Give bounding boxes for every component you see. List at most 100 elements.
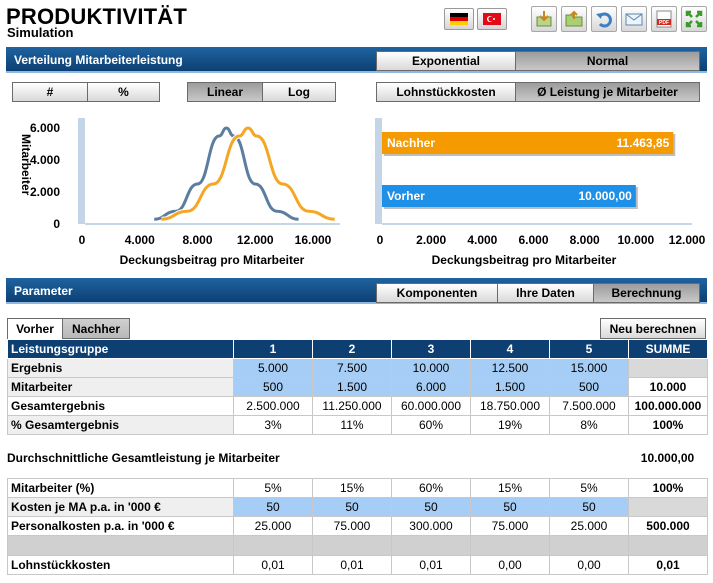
x-tick-label: 6.000 (518, 233, 548, 247)
row-label: Kosten je MA p.a. in '000 € (7, 497, 234, 517)
input-cell[interactable]: 50 (470, 497, 550, 517)
input-cell[interactable]: 15.000 (549, 358, 629, 378)
x-tick-label: 8.000 (570, 233, 600, 247)
exponential-button[interactable]: Exponential (376, 51, 516, 71)
column-header: Leistungsgruppe (7, 339, 234, 359)
row-label: Personalkosten p.a. in '000 € (7, 516, 234, 536)
input-cell[interactable]: 7.500 (312, 358, 392, 378)
percent-unit-button[interactable]: % (87, 82, 160, 102)
spacer-cell (549, 535, 629, 556)
pdf-icon: PDF (656, 10, 672, 28)
y-axis-label: Mitarbeiter (19, 134, 33, 196)
table-header-row: Leistungsgruppe 1 2 3 4 5 SUMME (7, 339, 708, 359)
sum-cell: 0,01 (628, 555, 708, 575)
input-cell[interactable]: 500 (549, 377, 629, 397)
table-row: Gesamtergebnis 2.500.000 11.250.000 60.0… (7, 396, 708, 416)
column-header: 3 (391, 339, 471, 359)
value-cell: 60% (391, 478, 471, 498)
table-row: Ergebnis 5.000 7.500 10.000 12.500 15.00… (7, 358, 708, 378)
comparison-bar-chart: 0 2.000 4.000 6.000 8.000 10.000 12.000 Nachhe… (375, 118, 706, 267)
bar-name-label: Vorher (387, 189, 425, 203)
avg-performance-value: 10.000,00 (640, 451, 695, 465)
value-cell: 11.250.000 (312, 396, 392, 416)
tab-components[interactable]: Komponenten (376, 283, 498, 303)
input-cell[interactable]: 10.000 (391, 358, 471, 378)
value-cell: 0,01 (391, 555, 471, 575)
input-cell[interactable]: 50 (549, 497, 629, 517)
value-cell: 60.000.000 (391, 396, 471, 416)
row-label: Lohnstückkosten (7, 555, 234, 575)
value-cell: 5% (549, 478, 629, 498)
email-button[interactable] (621, 6, 647, 32)
row-label: % Gesamtergebnis (7, 415, 234, 435)
input-cell[interactable]: 5.000 (233, 358, 313, 378)
subtab-before[interactable]: Vorher (7, 318, 63, 339)
value-cell: 0,01 (233, 555, 313, 575)
spacer-cell (470, 535, 550, 556)
input-cell[interactable]: 12.500 (470, 358, 550, 378)
pdf-export-button[interactable]: PDF (651, 6, 677, 32)
language-german-button[interactable] (444, 8, 474, 30)
value-cell: 300.000 (391, 516, 471, 536)
language-turkish-button[interactable] (477, 8, 507, 30)
series-line (154, 126, 299, 221)
tab-your-data[interactable]: Ihre Daten (497, 283, 594, 303)
row-label: Mitarbeiter (7, 377, 234, 397)
x-axis-label: Deckungsbeitrag pro Mitarbeiter (432, 253, 617, 267)
results-table: Leistungsgruppe 1 2 3 4 5 SUMME Ergebnis… (7, 339, 708, 435)
input-cell[interactable]: 50 (312, 497, 392, 517)
linear-scale-button[interactable]: Linear (187, 82, 263, 102)
bar-value-label: 11.463,85 (617, 136, 670, 150)
tab-calculation[interactable]: Berechnung (593, 283, 700, 303)
sum-cell: 500.000 (628, 516, 708, 536)
value-cell: 75.000 (470, 516, 550, 536)
x-axis-label: Deckungsbeitrag pro Mitarbeiter (120, 253, 305, 267)
sum-cell: 10.000 (628, 377, 708, 397)
row-label: Ergebnis (7, 358, 234, 378)
input-cell[interactable]: 1.500 (312, 377, 392, 397)
table-row: Mitarbeiter 500 1.500 6.000 1.500 500 10… (7, 377, 708, 397)
import-button[interactable] (531, 6, 557, 32)
open-folder-icon (565, 10, 583, 27)
column-header: 4 (470, 339, 550, 359)
value-cell: 60% (391, 415, 471, 435)
x-tick-label: 12.000 (237, 233, 274, 247)
input-cell[interactable]: 6.000 (391, 377, 471, 397)
y-tick-label: 2.000 (30, 185, 60, 199)
count-unit-button[interactable]: # (12, 82, 88, 102)
fullscreen-icon (685, 10, 703, 28)
distribution-section-title: Verteilung Mitarbeiterleistung (14, 53, 183, 67)
value-cell: 0,00 (470, 555, 550, 575)
y-tick-label: 0 (53, 217, 60, 231)
value-cell: 11% (312, 415, 392, 435)
x-tick-label: 10.000 (617, 233, 654, 247)
y-tick-label: 4.000 (30, 153, 60, 167)
x-tick-label: 8.000 (182, 233, 212, 247)
table-row: Personalkosten p.a. in '000 € 25.000 75.… (7, 516, 708, 536)
unit-labor-cost-button[interactable]: Lohnstückkosten (376, 82, 516, 102)
subtab-after[interactable]: Nachher (62, 318, 130, 339)
value-cell: 8% (549, 415, 629, 435)
value-cell: 0,00 (549, 555, 629, 575)
input-cell[interactable]: 50 (233, 497, 313, 517)
fullscreen-button[interactable] (681, 6, 707, 32)
input-cell[interactable]: 1.500 (470, 377, 550, 397)
recalculate-button[interactable]: Neu berechnen (600, 318, 706, 339)
bar-value-label: 10.000,00 (578, 189, 632, 203)
avg-performance-button[interactable]: Ø Leistung je Mitarbeiter (515, 82, 700, 102)
spacer-row (7, 535, 708, 556)
input-cell[interactable]: 500 (233, 377, 313, 397)
input-cell[interactable]: 50 (391, 497, 471, 517)
log-scale-button[interactable]: Log (262, 82, 336, 102)
open-button[interactable] (561, 6, 587, 32)
series-line (153, 125, 299, 222)
sum-cell: 100.000.000 (628, 396, 708, 416)
undo-icon (596, 12, 612, 28)
x-tick-label: 4.000 (125, 233, 155, 247)
spacer-cell (233, 535, 313, 556)
sum-cell (628, 497, 708, 517)
undo-button[interactable] (591, 6, 617, 32)
value-cell: 75.000 (312, 516, 392, 536)
normal-button[interactable]: Normal (515, 51, 700, 71)
pdf-icon-label: PDF (659, 20, 669, 26)
